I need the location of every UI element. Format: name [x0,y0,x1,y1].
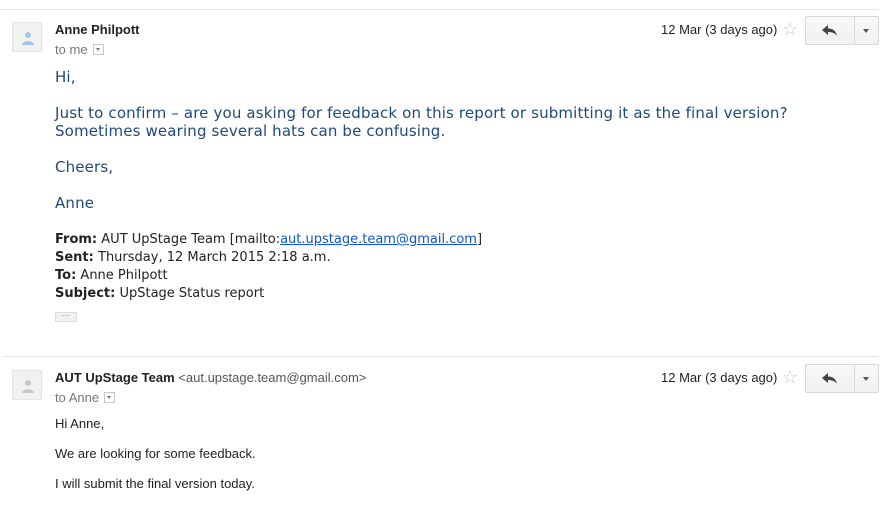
reply-button-group [805,364,879,393]
from-close: ] [476,232,483,247]
sender-name: Anne Philpott [55,22,140,37]
message-divider [3,356,878,357]
to-value: Anne Philpott [80,268,168,283]
reply-icon [822,25,837,36]
from-label: From: [55,232,98,247]
email-link[interactable]: aut.upstage.team@gmail.com [280,232,477,247]
recipient-label: to me [55,42,88,57]
show-trimmed-content-button[interactable]: ··· [55,311,77,322]
person-icon [22,32,34,45]
chevron-down-icon[interactable] [104,392,116,404]
reply-button[interactable] [805,364,855,393]
body-signature: Anne [55,194,95,212]
avatar[interactable] [12,22,42,52]
from-value: AUT UpStage Team [mailto: [101,232,281,247]
sent-value: Thursday, 12 March 2015 2:18 a.m. [98,250,331,265]
body-greeting: Hi, [55,68,76,86]
message-date[interactable]: 12 Mar (3 days ago) [661,22,777,37]
reply-icon [822,373,837,384]
avatar[interactable] [12,370,42,400]
chevron-down-icon[interactable] [92,44,104,56]
quoted-from: From: AUT UpStage Team [mailto:aut.upsta… [55,232,482,247]
sent-label: Sent: [55,250,94,265]
recipient-line[interactable]: to me [55,42,104,57]
body-signoff: Cheers, [55,158,114,176]
reply-button[interactable] [805,16,855,45]
body-line: Hi Anne, [55,416,105,431]
recipient-label: to Anne [55,390,100,405]
body-paragraph: Just to confirm – are you asking for fee… [55,104,788,140]
message-date[interactable]: 12 Mar (3 days ago) [661,370,777,385]
body-line: We are looking for some feedback. [55,446,256,461]
subject-label: Subject: [55,286,116,301]
subject-value: UpStage Status report [119,286,265,301]
top-divider [0,9,878,10]
person-icon [22,380,34,393]
sender[interactable]: Anne Philpott [55,22,140,37]
to-label: To: [55,268,77,283]
body-line: I will submit the final version today. [55,476,255,491]
quoted-sent: Sent: Thursday, 12 March 2015 2:18 a.m. [55,250,331,265]
more-options-button[interactable] [855,16,879,45]
star-icon[interactable]: ☆ [782,368,798,386]
star-icon[interactable]: ☆ [782,20,798,38]
reply-button-group [805,16,879,45]
recipient-line[interactable]: to Anne [55,390,116,405]
quoted-to: To: Anne Philpott [55,268,168,283]
sender-name: AUT UpStage Team [55,370,175,385]
more-options-button[interactable] [855,364,879,393]
quoted-subject: Subject: UpStage Status report [55,286,264,301]
sender[interactable]: AUT UpStage Team <aut.upstage.team@gmail… [55,370,366,385]
sender-email: <aut.upstage.team@gmail.com> [178,370,367,385]
